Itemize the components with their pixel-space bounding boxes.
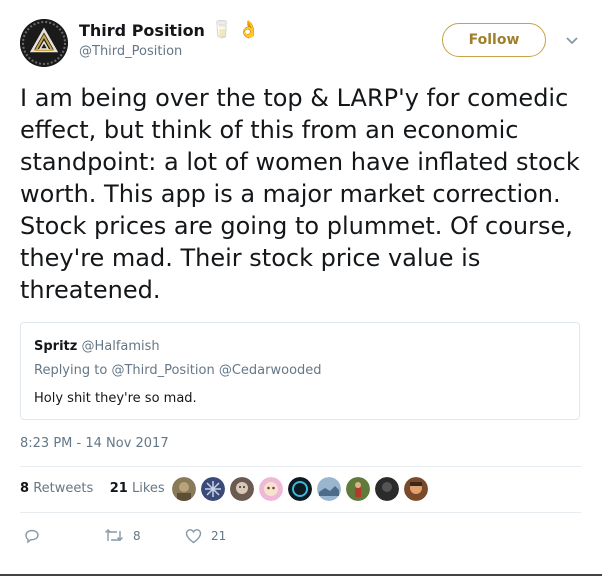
tweet-timestamp[interactable]: 8:23 PM - 14 Nov 2017 [20, 436, 169, 451]
divider [20, 512, 581, 513]
likes-count: 21 [109, 481, 128, 496]
quoted-text: Holy shit they're so mad. [34, 391, 197, 406]
reply-icon [25, 529, 39, 544]
retweets-count: 8 [20, 481, 30, 496]
liker-avatar[interactable] [288, 477, 312, 501]
engagement-stats: 8 Retweets 21 Likes [20, 481, 165, 496]
more-options-caret[interactable] [564, 33, 580, 47]
liker-avatars [172, 477, 428, 501]
ok-hand-icon: 👌 [238, 20, 260, 40]
liker-avatar[interactable] [346, 477, 370, 501]
account-display-name: Third Position [79, 21, 205, 40]
chevron-down-icon [566, 37, 578, 45]
retweet-action[interactable]: 8 [104, 528, 141, 544]
retweet-count: 8 [133, 529, 141, 543]
quoted-author: Spritz @Halfamish [34, 339, 160, 354]
liker-avatar[interactable] [172, 477, 196, 501]
quoted-replying-to: Replying to @Third_Position @Cedarwooded [34, 363, 322, 378]
milk-glass-icon: 🥛 [210, 20, 233, 40]
divider [20, 466, 581, 467]
retweet-icon [105, 529, 123, 541]
likes-label[interactable]: Likes [132, 481, 165, 496]
liker-avatar[interactable] [201, 477, 225, 501]
valknut-logo-icon [20, 19, 68, 67]
liker-avatar[interactable] [404, 477, 428, 501]
quoted-author-name: Spritz [34, 339, 78, 354]
liker-avatar[interactable] [375, 477, 399, 501]
profile-avatar[interactable] [20, 19, 68, 67]
liker-avatar[interactable] [317, 477, 341, 501]
account-handle[interactable]: @Third_Position [79, 44, 182, 59]
replying-handles[interactable]: @Third_Position @Cedarwooded [111, 363, 321, 378]
account-name[interactable]: Third Position 🥛 👌 [79, 21, 259, 40]
follow-button[interactable]: Follow [442, 23, 546, 57]
quoted-author-handle: @Halfamish [81, 339, 160, 354]
retweets-label[interactable]: Retweets [33, 481, 93, 496]
liker-avatar[interactable] [230, 477, 254, 501]
heart-icon [185, 529, 202, 544]
tweet-text: I am being over the top & LARP'y for com… [20, 84, 580, 304]
reply-action[interactable] [24, 528, 40, 544]
like-count: 21 [211, 529, 227, 543]
like-action[interactable]: 21 [185, 528, 226, 544]
quoted-tweet[interactable]: Spritz @Halfamish Replying to @Third_Pos… [20, 322, 580, 420]
liker-avatar[interactable] [259, 477, 283, 501]
replying-prefix: Replying to [34, 363, 108, 378]
